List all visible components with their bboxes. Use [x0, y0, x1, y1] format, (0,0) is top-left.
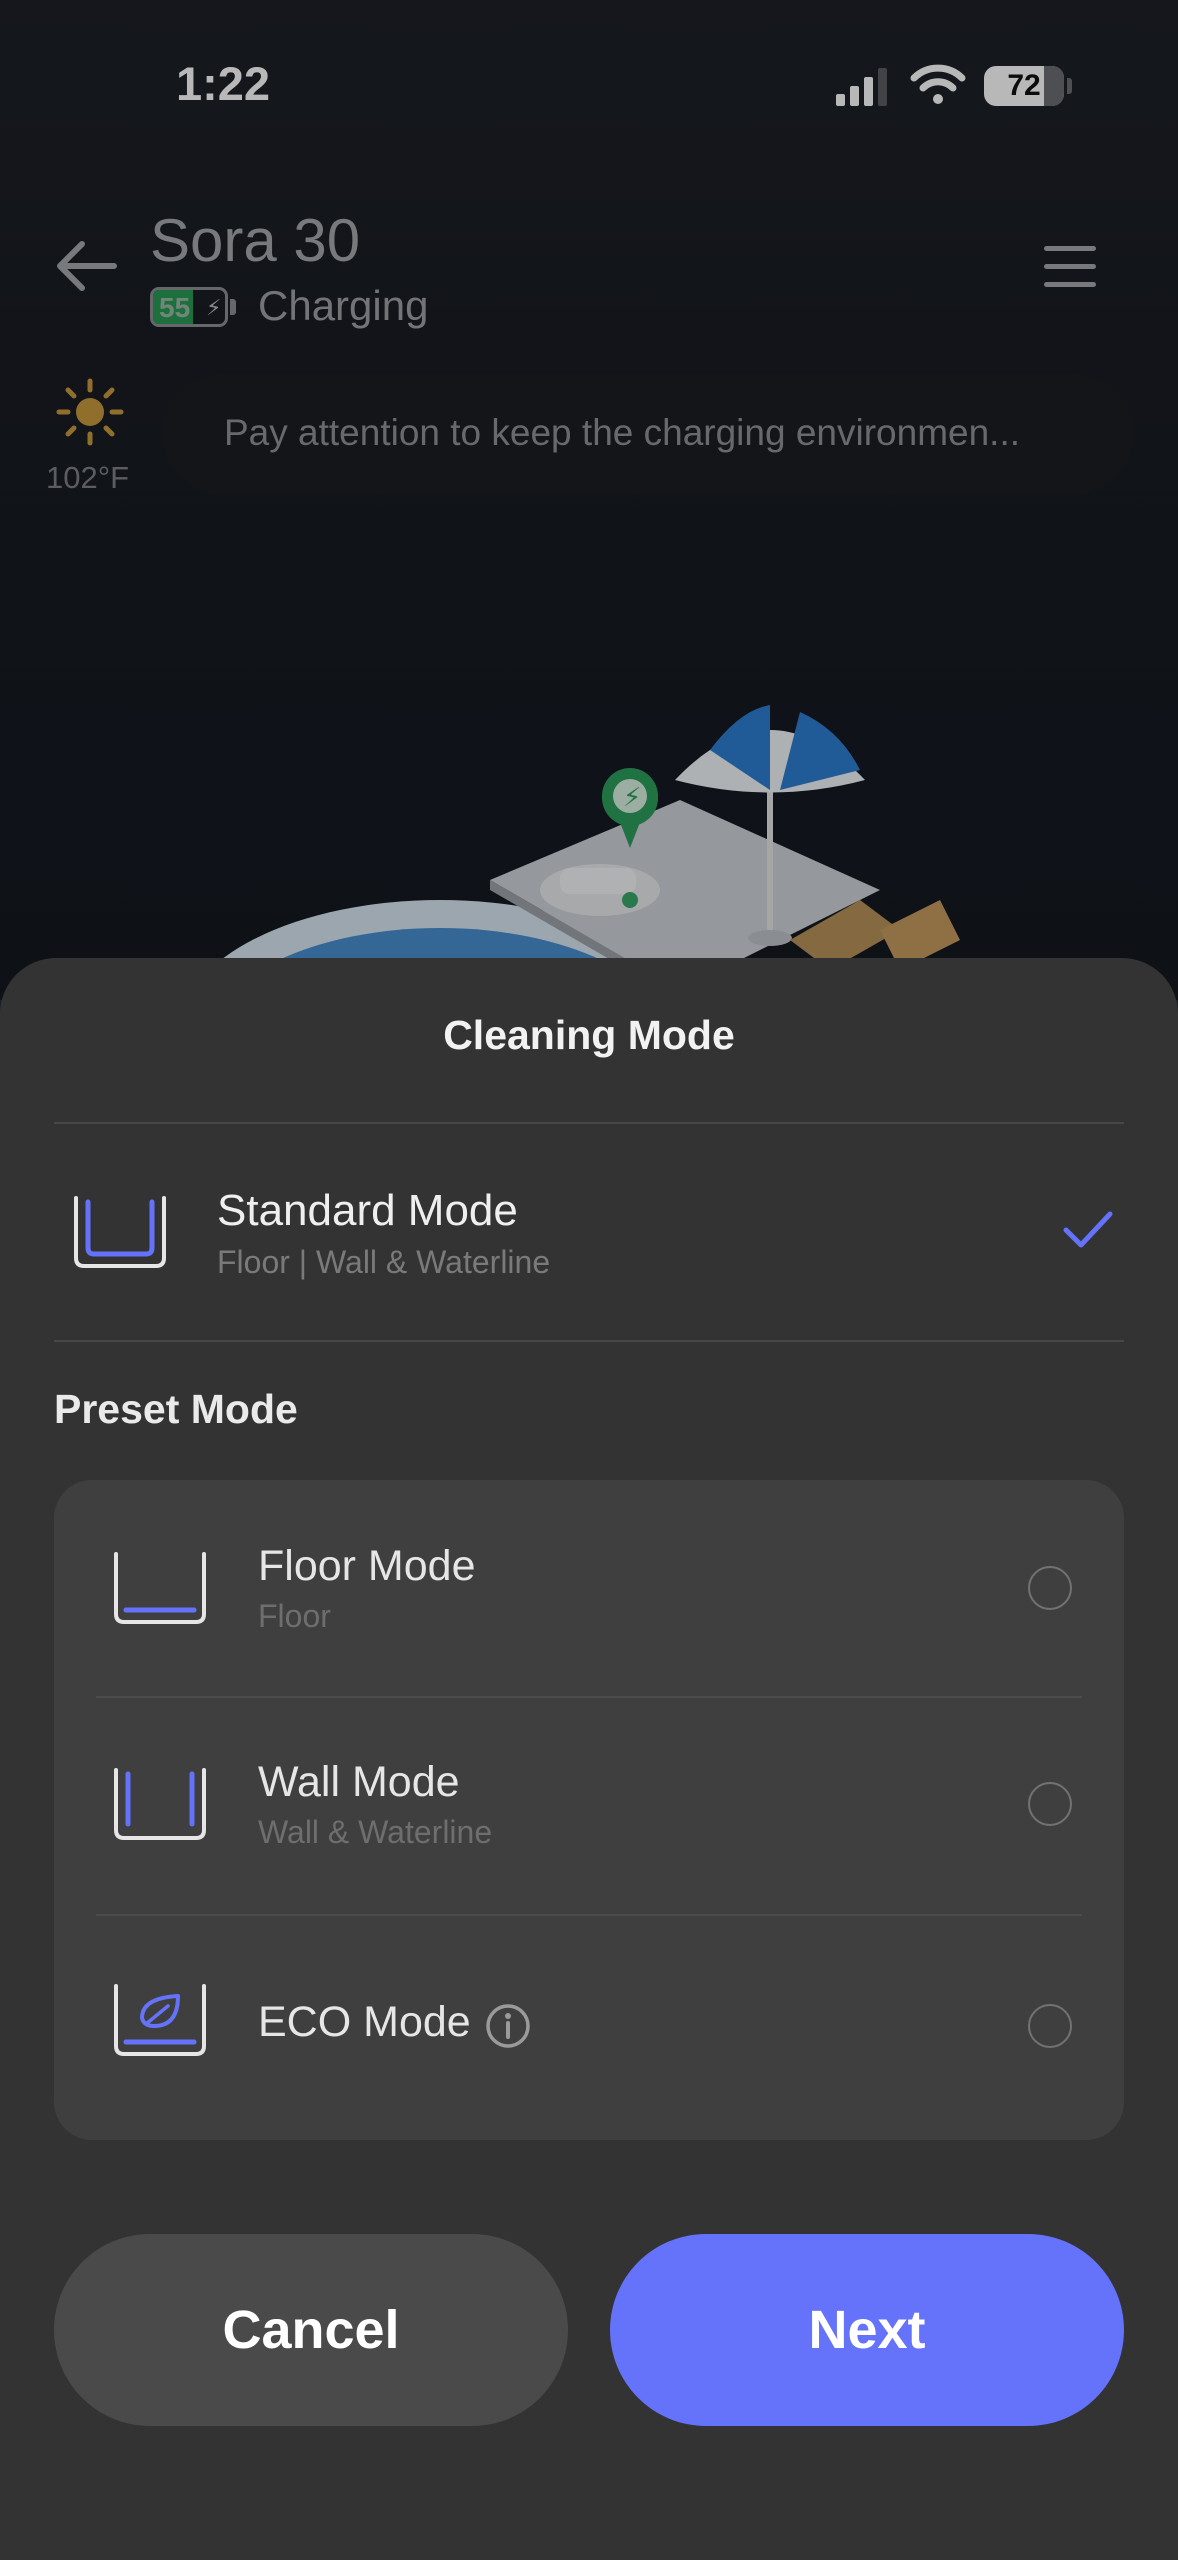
preset-mode-heading: Preset Mode	[54, 1386, 298, 1432]
floor-mode-subtitle: Floor	[258, 1598, 331, 1634]
wall-mode-title: Wall Mode	[258, 1758, 460, 1806]
wall-mode-icon	[114, 1768, 206, 1840]
wall-mode-subtitle: Wall & Waterline	[258, 1814, 493, 1850]
eco-mode-icon	[114, 1984, 206, 2056]
preset-mode-list: Floor Mode Floor Wall Mode Wall & Waterl…	[54, 1480, 1124, 2140]
eco-mode-radio[interactable]	[1028, 2004, 1072, 2048]
next-button[interactable]: Next	[610, 2234, 1124, 2426]
floor-mode-radio[interactable]	[1028, 1566, 1072, 1610]
sheet-title: Cleaning Mode	[443, 1012, 735, 1058]
eco-mode-option[interactable]: ECO Mode	[54, 1916, 1124, 2132]
floor-mode-title: Floor Mode	[258, 1542, 476, 1590]
wall-mode-option[interactable]: Wall Mode Wall & Waterline	[54, 1698, 1124, 1914]
standard-mode-title: Standard Mode	[217, 1186, 518, 1235]
title-divider	[54, 1122, 1124, 1124]
standard-divider	[54, 1340, 1124, 1342]
cleaning-mode-sheet: Cleaning Mode Standard Mode Floor | Wall…	[0, 958, 1178, 2560]
eco-mode-title: ECO Mode	[258, 1998, 471, 2046]
device-home-screen: 1:22 72 Sora 30 55 ⚡ Charging 102°F Pay …	[0, 0, 1178, 1000]
standard-mode-subtitle: Floor | Wall & Waterline	[217, 1244, 551, 1280]
floor-mode-icon	[114, 1552, 206, 1624]
floor-mode-option[interactable]: Floor Mode Floor	[54, 1480, 1124, 1696]
cancel-button[interactable]: Cancel	[54, 2234, 568, 2426]
checkmark-icon	[1063, 1211, 1113, 1248]
standard-mode-icon	[74, 1196, 166, 1268]
info-icon[interactable]	[484, 2002, 532, 2050]
modal-backdrop[interactable]	[0, 0, 1178, 1000]
wall-mode-radio[interactable]	[1028, 1782, 1072, 1826]
